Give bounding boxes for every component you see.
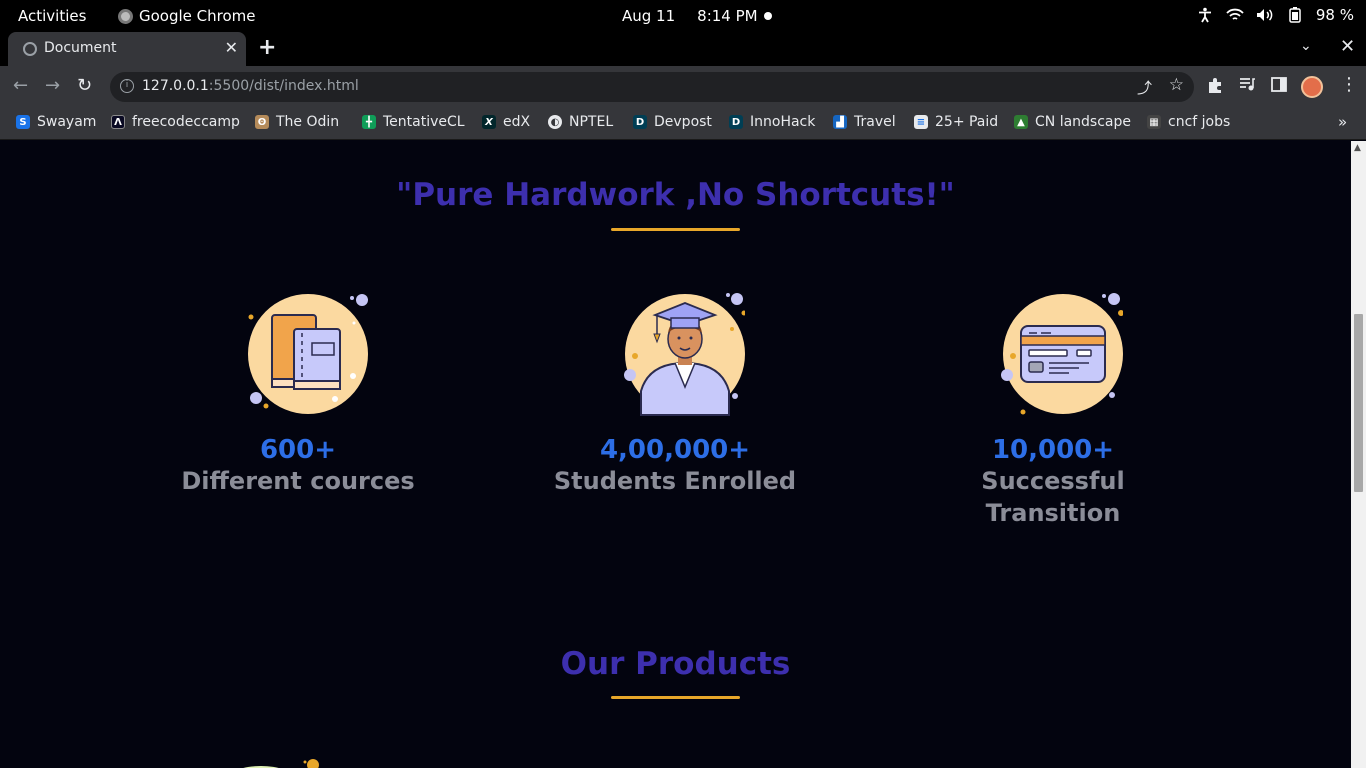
tab-search-chevron-down-icon[interactable]: ⌄ xyxy=(1300,38,1312,54)
sheets-icon: ╋ xyxy=(362,115,376,129)
devpost-icon: D xyxy=(633,115,647,129)
motto-heading: "Pure Hardwork ,No Shortcuts!" xyxy=(396,177,955,213)
bookmark-travel[interactable]: ▟ Travel xyxy=(833,114,896,130)
clock[interactable]: Aug 11 8:14 PM xyxy=(622,7,758,25)
bookmark-swayam[interactable]: S Swayam xyxy=(16,114,96,130)
products-heading: Our Products xyxy=(560,646,791,682)
app-menu[interactable]: Google Chrome xyxy=(118,7,256,25)
bookmark-cn-landscape[interactable]: ▲ CN landscape xyxy=(1014,114,1131,130)
devpost-icon: D xyxy=(729,115,743,129)
media-queue-icon[interactable] xyxy=(1239,77,1256,96)
stat-transitions: 10,000+ Successful Transition xyxy=(903,291,1203,529)
bookmark-the-odin[interactable]: ʘ The Odin xyxy=(255,114,339,130)
reload-icon[interactable]: ↻ xyxy=(77,75,92,96)
profile-avatar[interactable] xyxy=(1301,76,1323,98)
bookmarks-bar: S Swayam Λ freecodeccamp ʘ The Odin ╋ Te… xyxy=(0,108,1366,140)
chrome-icon xyxy=(118,8,133,24)
system-top-bar: Activities Google Chrome Aug 11 8:14 PM … xyxy=(0,0,1366,32)
bookmark-innohack[interactable]: D InnoHack xyxy=(729,114,815,130)
stat-students: 4,00,000+ Students Enrolled xyxy=(525,291,825,497)
edx-icon: X xyxy=(482,115,496,129)
tab-title: Document xyxy=(44,40,117,56)
page-content: ··········· ·· ·· ·· ·· "Pure Hardwork ,… xyxy=(0,141,1351,768)
scrollbar-thumb[interactable] xyxy=(1354,314,1363,492)
clock-time: 8:14 PM xyxy=(697,7,758,25)
url-text[interactable]: 127.0.0.1:5500/dist/index.html xyxy=(142,78,359,94)
globe-icon xyxy=(23,42,37,56)
activities-button[interactable]: Activities xyxy=(18,7,86,25)
forward-arrow-icon[interactable]: → xyxy=(45,75,60,96)
stat-value: 4,00,000+ xyxy=(599,435,751,465)
bookmark-tentativecl[interactable]: ╋ TentativeCL xyxy=(362,114,465,130)
swayam-icon: S xyxy=(16,115,30,129)
stat-value: 600+ xyxy=(259,435,337,465)
freecodecamp-icon: Λ xyxy=(111,115,125,129)
clock-date: Aug 11 xyxy=(622,7,676,25)
system-tray[interactable]: 98 % xyxy=(1196,6,1354,24)
id-card-icon xyxy=(983,291,1124,421)
doc-icon: ≡ xyxy=(914,115,928,129)
window-close-icon[interactable]: ✕ xyxy=(1340,36,1355,57)
share-icon[interactable]: ⤴ xyxy=(1137,77,1152,98)
volume-icon xyxy=(1256,6,1274,24)
stat-label: Different cources xyxy=(181,467,415,495)
faded-text: ··········· ·· ·· ·· ·· xyxy=(740,141,858,146)
extensions-puzzle-icon[interactable] xyxy=(1207,77,1224,98)
bookmark-freecodecamp[interactable]: Λ freecodeccamp xyxy=(111,114,240,130)
product-illustration-icon xyxy=(243,759,319,768)
notification-dot-icon xyxy=(764,12,772,20)
products-underline xyxy=(611,696,740,699)
bookmark-cncf-jobs[interactable]: ▦ cncf jobs xyxy=(1147,114,1230,130)
side-panel-icon[interactable] xyxy=(1271,77,1287,96)
new-tab-button[interactable]: + xyxy=(258,35,276,60)
site-info-icon[interactable]: i xyxy=(120,79,134,93)
stat-label: Students Enrolled xyxy=(553,467,797,495)
bookmark-nptel[interactable]: ◐ NPTEL xyxy=(548,114,613,130)
tab-document[interactable]: Document ✕ xyxy=(8,32,246,66)
address-bar[interactable]: i 127.0.0.1:5500/dist/index.html ⤴ ☆ xyxy=(110,72,1194,102)
stat-value: 10,000+ xyxy=(991,435,1115,465)
scroll-up-arrow-icon[interactable]: ▲ xyxy=(1354,143,1361,153)
graduate-student-icon xyxy=(605,291,747,421)
more-bookmarks-chevron-icon[interactable]: » xyxy=(1338,113,1347,131)
tab-strip: Document ✕ + ⌄ ✕ xyxy=(0,32,1366,66)
bookmark-star-icon[interactable]: ☆ xyxy=(1169,75,1184,95)
odin-icon: ʘ xyxy=(255,115,269,129)
motto-underline xyxy=(611,228,740,231)
cncf-landscape-icon: ▲ xyxy=(1014,115,1028,129)
cncf-jobs-icon: ▦ xyxy=(1147,115,1161,129)
accessibility-icon[interactable] xyxy=(1196,6,1214,24)
battery-icon xyxy=(1286,6,1304,24)
wifi-icon xyxy=(1226,6,1244,24)
close-tab-icon[interactable]: ✕ xyxy=(225,38,238,57)
globe-icon: ◐ xyxy=(548,115,562,129)
stat-label: Successful Transition xyxy=(981,467,1125,527)
bookmark-25-paid[interactable]: ≡ 25+ Paid xyxy=(914,114,998,130)
back-arrow-icon[interactable]: ← xyxy=(13,75,28,96)
bookmark-devpost[interactable]: D Devpost xyxy=(633,114,712,130)
travel-icon: ▟ xyxy=(833,115,847,129)
stat-courses: 600+ Different cources xyxy=(148,291,448,497)
app-name: Google Chrome xyxy=(139,7,256,25)
page-scrollbar[interactable]: ▲ xyxy=(1351,141,1366,768)
battery-percentage: 98 % xyxy=(1315,6,1354,24)
browser-toolbar: ← → ↻ i 127.0.0.1:5500/dist/index.html ⤴… xyxy=(0,66,1366,108)
books-icon xyxy=(228,291,368,421)
menu-kebab-icon[interactable]: ⋮ xyxy=(1340,74,1358,95)
bookmark-edx[interactable]: X edX xyxy=(482,114,530,130)
